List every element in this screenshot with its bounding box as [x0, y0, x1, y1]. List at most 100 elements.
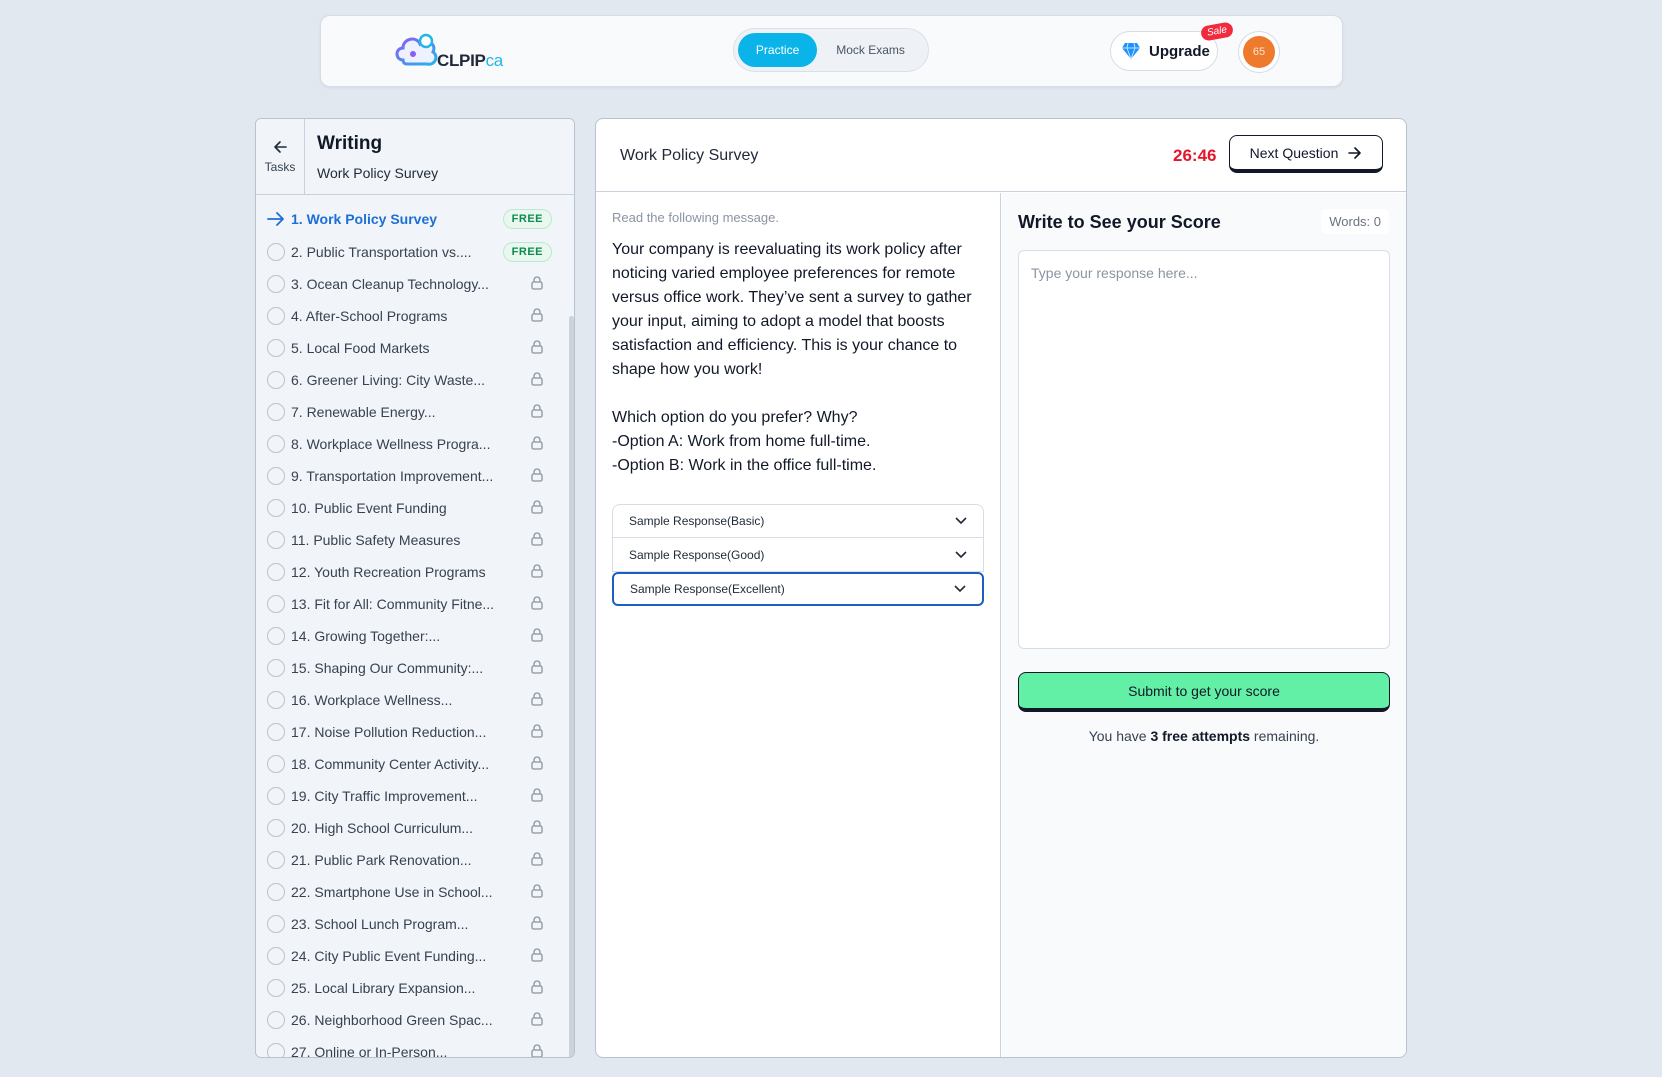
task-label: 10. Public Event Funding	[291, 500, 447, 516]
task-item[interactable]: 10. Public Event Funding	[256, 492, 566, 524]
chevron-down-icon	[954, 585, 966, 593]
task-item[interactable]: 7. Renewable Energy...	[256, 396, 566, 428]
sample-good-accordion[interactable]: Sample Response(Good)	[612, 538, 984, 572]
free-badge: FREE	[502, 242, 552, 262]
task-item[interactable]: 12. Youth Recreation Programs	[256, 556, 566, 588]
attempts-remaining: You have 3 free attempts remaining.	[1088, 728, 1320, 744]
status-circle-icon	[267, 403, 285, 421]
status-circle-icon	[267, 659, 285, 677]
task-item[interactable]: 15. Shaping Our Community:...	[256, 652, 566, 684]
lock-icon	[530, 1043, 552, 1057]
task-item[interactable]: 8. Workplace Wellness Progra...	[256, 428, 566, 460]
task-label: 5. Local Food Markets	[291, 340, 430, 356]
task-label: 12. Youth Recreation Programs	[291, 564, 486, 580]
tab-practice[interactable]: Practice	[738, 33, 818, 67]
lock-icon	[530, 467, 552, 485]
status-circle-icon	[267, 531, 285, 549]
task-panel: Work Policy Survey 26:46 Next Question R…	[595, 118, 1407, 1058]
task-label: 13. Fit for All: Community Fitne...	[291, 596, 495, 612]
task-label: 27. Online or In-Person...	[291, 1044, 448, 1058]
status-circle-icon	[267, 947, 285, 965]
task-item[interactable]: 17. Noise Pollution Reduction...	[256, 716, 566, 748]
lock-icon	[530, 371, 552, 389]
status-circle-icon	[267, 755, 285, 773]
sample-basic-label: Sample Response(Basic)	[629, 514, 765, 528]
response-column: Write to See your Score Words: 0 Submit …	[1002, 193, 1406, 1057]
task-item[interactable]: 13. Fit for All: Community Fitne...	[256, 588, 566, 620]
response-textarea[interactable]	[1018, 250, 1390, 649]
task-label: 14. Growing Together:...	[291, 628, 441, 644]
lock-icon	[530, 691, 552, 709]
task-label: 18. Community Center Activity...	[291, 756, 490, 772]
prompt-text: Your company is reevaluating its work po…	[612, 241, 972, 474]
lock-icon	[530, 819, 552, 837]
status-circle-icon	[267, 339, 285, 357]
task-label: 9. Transportation Improvement...	[291, 468, 494, 484]
task-list: 1. Work Policy Survey FREE 2. Public Trans…	[256, 196, 566, 1058]
task-title: Work Policy Survey	[620, 147, 759, 164]
prompt-column: Read the following message. Your company…	[596, 193, 1001, 1057]
lock-icon	[530, 531, 552, 549]
status-circle-icon	[267, 979, 285, 997]
sample-good-label: Sample Response(Good)	[629, 547, 765, 562]
task-item[interactable]: 1. Work Policy Survey FREE	[256, 202, 566, 236]
sale-badge: Sale	[1199, 21, 1235, 42]
arrow-right-icon	[1348, 146, 1362, 159]
task-item[interactable]: 24. City Public Event Funding...	[256, 940, 566, 972]
task-item[interactable]: 2. Public Transportation vs.... FREE	[256, 236, 566, 268]
task-item[interactable]: 11. Public Safety Measures	[256, 524, 566, 556]
lock-icon	[530, 595, 552, 613]
task-label: 3. Ocean Cleanup Technology...	[291, 276, 489, 292]
task-item[interactable]: 14. Growing Together:...	[256, 620, 566, 652]
free-badge: FREE	[502, 209, 552, 229]
task-label: 26. Neighborhood Green Spac...	[291, 1012, 493, 1028]
task-label: 24. City Public Event Funding...	[291, 948, 487, 964]
task-label: 20. High School Curriculum...	[291, 820, 474, 836]
status-circle-icon	[267, 1043, 285, 1057]
task-item[interactable]: 27. Online or In-Person...	[256, 1036, 566, 1058]
task-item[interactable]: 19. City Traffic Improvement...	[256, 780, 566, 812]
task-header: Work Policy Survey 26:46 Next Question	[596, 119, 1406, 192]
task-item[interactable]: 22. Smartphone Use in School...	[256, 876, 566, 908]
task-sidebar: Tasks Writing Work Policy Survey 1. Work…	[255, 118, 575, 1058]
task-item[interactable]: 20. High School Curriculum...	[256, 812, 566, 844]
chevron-down-icon	[955, 517, 967, 525]
task-label: 19. City Traffic Improvement...	[291, 788, 478, 804]
back-label: Tasks	[264, 159, 296, 174]
submit-button[interactable]: Submit to get your score	[1018, 672, 1390, 712]
section-subtitle: Work Policy Survey	[317, 165, 439, 181]
task-label: 6. Greener Living: City Waste...	[291, 372, 485, 388]
lock-icon	[530, 979, 552, 997]
task-item[interactable]: 26. Neighborhood Green Spac...	[256, 1004, 566, 1036]
next-question-button[interactable]: Next Question	[1229, 135, 1383, 173]
task-item[interactable]: 3. Ocean Cleanup Technology...	[256, 268, 566, 300]
task-item[interactable]: 25. Local Library Expansion...	[256, 972, 566, 1004]
lock-icon	[530, 659, 552, 677]
avatar-button[interactable]: 65	[1238, 31, 1280, 73]
status-circle-icon	[267, 275, 285, 293]
top-nav: CLPIPca Practice Mock Exams Upgrade Sale…	[320, 15, 1343, 87]
status-circle-icon	[267, 243, 285, 261]
task-item[interactable]: 9. Transportation Improvement...	[256, 460, 566, 492]
task-item[interactable]: 21. Public Park Renovation...	[256, 844, 566, 876]
lock-icon	[530, 563, 552, 581]
sidebar-scrollbar[interactable]	[569, 316, 574, 1057]
tab-mock-exams[interactable]: Mock Exams	[817, 33, 924, 67]
sample-responses: Sample Response(Basic) Sample Response(G…	[612, 504, 984, 606]
logo-mark-icon	[395, 33, 438, 66]
task-item[interactable]: 6. Greener Living: City Waste...	[256, 364, 566, 396]
task-item[interactable]: 18. Community Center Activity...	[256, 748, 566, 780]
logo[interactable]: CLPIPca	[393, 30, 503, 74]
task-label: 7. Renewable Energy...	[291, 404, 436, 420]
task-item[interactable]: 4. After-School Programs	[256, 300, 566, 332]
task-item[interactable]: 23. School Lunch Program...	[256, 908, 566, 940]
lock-icon	[530, 1011, 552, 1029]
sample-excellent-accordion[interactable]: Sample Response(Excellent)	[612, 572, 984, 606]
lock-icon	[530, 435, 552, 453]
task-item[interactable]: 16. Workplace Wellness...	[256, 684, 566, 716]
status-circle-icon	[267, 627, 285, 645]
back-to-tasks-button[interactable]: Tasks	[256, 119, 305, 194]
task-item[interactable]: 5. Local Food Markets	[256, 332, 566, 364]
sample-basic-accordion[interactable]: Sample Response(Basic)	[612, 504, 984, 538]
task-label: 16. Workplace Wellness...	[291, 692, 453, 708]
